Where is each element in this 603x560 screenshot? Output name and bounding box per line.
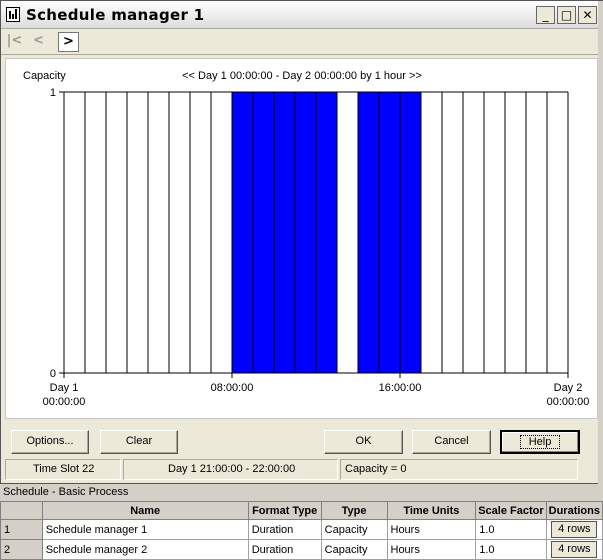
scale-factor-cell[interactable]: 1.0 bbox=[475, 519, 547, 540]
options-button-label: Options... bbox=[26, 435, 74, 447]
window-title: Schedule manager 1 bbox=[26, 6, 205, 24]
capacity-bar-hour-11[interactable] bbox=[295, 92, 316, 373]
capacity-bar-hour-08[interactable] bbox=[232, 92, 253, 373]
durations-rows-button[interactable]: 4 rows bbox=[551, 521, 598, 538]
format-type-cell[interactable]: Duration bbox=[247, 539, 322, 560]
table-header-row: Name Format Type Type Time Units Scale F… bbox=[0, 501, 603, 520]
column-header-index bbox=[0, 501, 43, 520]
clear-button-label: Clear bbox=[125, 435, 153, 447]
window-edge bbox=[598, 1, 603, 485]
x-tick-label: 08:00:00 bbox=[211, 382, 254, 394]
help-button-label: Help bbox=[519, 435, 561, 449]
row-number[interactable]: 1 bbox=[0, 519, 43, 540]
name-cell[interactable]: Schedule manager 2 bbox=[41, 539, 249, 560]
y-axis-label: Capacity bbox=[23, 70, 66, 82]
column-header-scale-factor[interactable]: Scale Factor bbox=[475, 501, 547, 520]
column-header-time-units[interactable]: Time Units bbox=[386, 501, 477, 520]
options-button[interactable]: Options... bbox=[11, 430, 89, 454]
time-units-cell[interactable]: Hours bbox=[386, 519, 477, 540]
durations-cell: 4 rows bbox=[545, 519, 603, 540]
column-header-format-type[interactable]: Format Type bbox=[247, 501, 322, 520]
table-row[interactable]: 2 Schedule manager 2 Duration Capacity H… bbox=[0, 539, 603, 560]
capacity-chart[interactable]: Capacity << Day 1 00:00:00 - Day 2 00:00… bbox=[6, 59, 599, 420]
x-tick-label: Day 1 bbox=[50, 382, 79, 394]
durations-rows-button[interactable]: 4 rows bbox=[551, 541, 598, 558]
x-tick-label: 16:00:00 bbox=[379, 382, 422, 394]
type-cell[interactable]: Capacity bbox=[320, 539, 388, 560]
x-tick-label: 00:00:00 bbox=[547, 396, 590, 408]
capacity-bar-hour-15[interactable] bbox=[379, 92, 400, 373]
capacity-chart-panel: Capacity << Day 1 00:00:00 - Day 2 00:00… bbox=[5, 58, 598, 419]
capacity-bar-hour-12[interactable] bbox=[316, 92, 337, 373]
column-header-name[interactable]: Name bbox=[41, 501, 249, 520]
y-tick-label: 1 bbox=[50, 87, 56, 99]
status-time-slot: Time Slot 22 bbox=[5, 459, 121, 480]
panel-title: Schedule - Basic Process bbox=[3, 486, 129, 498]
title-bar[interactable]: Schedule manager 1 _ □ ✕ bbox=[1, 1, 602, 29]
row-number[interactable]: 2 bbox=[0, 539, 43, 560]
schedule-dialog: Schedule manager 1 _ □ ✕ |< < > Capacity… bbox=[0, 0, 603, 485]
scale-factor-cell[interactable]: 1.0 bbox=[475, 539, 547, 560]
ok-button-label: OK bbox=[355, 435, 372, 447]
durations-cell: 4 rows bbox=[545, 539, 603, 560]
capacity-bar-hour-09[interactable] bbox=[253, 92, 274, 373]
column-header-type[interactable]: Type bbox=[320, 501, 388, 520]
schedule-table: Name Format Type Type Time Units Scale F… bbox=[0, 501, 603, 560]
capacity-bar-hour-16[interactable] bbox=[400, 92, 421, 373]
previous-page-button[interactable]: < bbox=[28, 32, 49, 52]
help-button[interactable]: Help bbox=[500, 430, 580, 454]
clear-button[interactable]: Clear bbox=[100, 430, 178, 454]
table-row[interactable]: 1 Schedule manager 1 Duration Capacity H… bbox=[0, 519, 603, 540]
time-units-cell[interactable]: Hours bbox=[386, 539, 477, 560]
minimize-button[interactable]: _ bbox=[536, 6, 555, 24]
cancel-button-label: Cancel bbox=[434, 435, 469, 447]
y-tick-label: 0 bbox=[50, 368, 56, 380]
x-tick-label: Day 2 bbox=[554, 382, 583, 394]
close-button[interactable]: ✕ bbox=[578, 6, 597, 24]
ok-button[interactable]: OK bbox=[324, 430, 403, 454]
chart-app-icon bbox=[6, 7, 20, 22]
format-type-cell[interactable]: Duration bbox=[247, 519, 322, 540]
name-cell[interactable]: Schedule manager 1 bbox=[41, 519, 249, 540]
navigation-toolbar: |< < > bbox=[1, 29, 602, 55]
status-capacity: Capacity = 0 bbox=[340, 459, 578, 480]
capacity-bar-hour-14[interactable] bbox=[358, 92, 379, 373]
type-cell[interactable]: Capacity bbox=[320, 519, 388, 540]
column-header-durations[interactable]: Durations bbox=[545, 501, 603, 520]
maximize-button[interactable]: □ bbox=[557, 6, 576, 24]
x-tick-label: 00:00:00 bbox=[43, 396, 86, 408]
status-time-range: Day 1 21:00:00 - 22:00:00 bbox=[123, 459, 338, 480]
next-page-button[interactable]: > bbox=[58, 32, 79, 52]
time-range-label[interactable]: << Day 1 00:00:00 - Day 2 00:00:00 by 1 … bbox=[182, 70, 422, 82]
first-page-button[interactable]: |< bbox=[4, 32, 25, 52]
capacity-bar-hour-10[interactable] bbox=[274, 92, 295, 373]
cancel-button[interactable]: Cancel bbox=[412, 430, 491, 454]
schedule-spreadsheet-panel: Schedule - Basic Process Name Format Typ… bbox=[0, 484, 603, 560]
